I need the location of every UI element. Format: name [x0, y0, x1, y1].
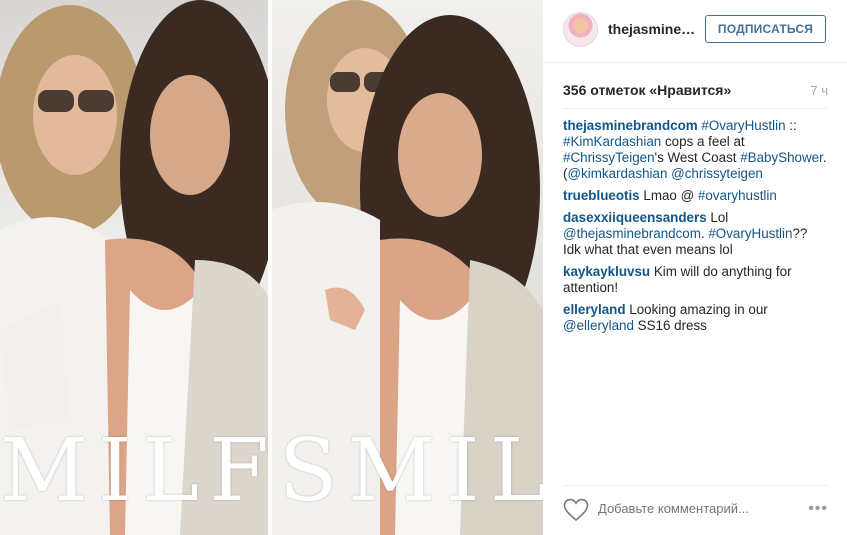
comment-author[interactable]: trueblueotis	[563, 188, 640, 203]
mention-link[interactable]: @thejasminebrandcom	[563, 226, 701, 241]
follow-button[interactable]: ПОДПИСАТЬСЯ	[705, 15, 826, 43]
comment: trueblueotis Lmao @ #ovaryhustlin	[563, 188, 828, 204]
username-link[interactable]: thejasmine…	[608, 21, 695, 37]
divider	[563, 108, 828, 109]
comment-author[interactable]: elleryland	[563, 302, 626, 317]
likes-count[interactable]: 356 отметок «Нравится»	[563, 82, 731, 98]
hashtag-link[interactable]: #ChrissyTeigen	[563, 150, 655, 165]
avatar[interactable]	[563, 12, 598, 47]
post-time[interactable]: 7 ч	[810, 83, 828, 98]
add-comment-input[interactable]	[598, 501, 788, 516]
more-options-icon[interactable]: •••	[808, 500, 828, 518]
comment: dasexxiiqueensanders Lol @thejasminebran…	[563, 210, 828, 258]
comment-text: SS16 dress	[633, 318, 707, 333]
comment: thejasminebrandcom #OvaryHustlin :: #Kim…	[563, 118, 828, 182]
comment: kaykaykluvsu Kim will do anything for at…	[563, 264, 828, 296]
comment-author[interactable]: thejasminebrandcom	[563, 118, 698, 133]
hashtag-link[interactable]: #KimKardashian	[563, 134, 661, 149]
post-photo[interactable]: MILFSMILFS	[0, 0, 543, 535]
comment-text: 's West Coast	[654, 150, 741, 165]
hashtag-link[interactable]: #OvaryHustlin	[701, 118, 785, 133]
comment-author[interactable]: kaykaykluvsu	[563, 264, 650, 279]
comment-text: ::	[785, 118, 797, 133]
comment-text: Looking amazing in our	[629, 302, 768, 317]
comment-text: Lol	[710, 210, 729, 225]
mention-link[interactable]: @kimkardashian	[567, 166, 667, 181]
comment-text: cops a feel at	[661, 134, 745, 149]
comment-text: Lmao @	[643, 188, 698, 203]
post-header: thejasmine… ПОДПИСАТЬСЯ	[543, 0, 847, 63]
comment-author[interactable]: dasexxiiqueensanders	[563, 210, 707, 225]
hashtag-link[interactable]: #OvaryHustlin	[708, 226, 792, 241]
comment: elleryland Looking amazing in our @eller…	[563, 302, 828, 334]
photo-overlay-text: MILFSMILFS	[0, 421, 543, 521]
comment-bar: •••	[563, 485, 828, 533]
likes-row: 356 отметок «Нравится» 7 ч	[563, 82, 828, 100]
heart-icon[interactable]	[563, 498, 589, 522]
mention-link[interactable]: @chrissyteigen	[671, 166, 763, 181]
post-side-panel: thejasmine… ПОДПИСАТЬСЯ 356 отметок «Нра…	[543, 0, 847, 535]
hashtag-link[interactable]: #BabyShower	[740, 150, 823, 165]
mention-link[interactable]: @elleryland	[563, 318, 634, 333]
hashtag-link[interactable]: #ovaryhustlin	[698, 188, 777, 203]
comments-list: thejasminebrandcom #OvaryHustlin :: #Kim…	[563, 118, 828, 340]
